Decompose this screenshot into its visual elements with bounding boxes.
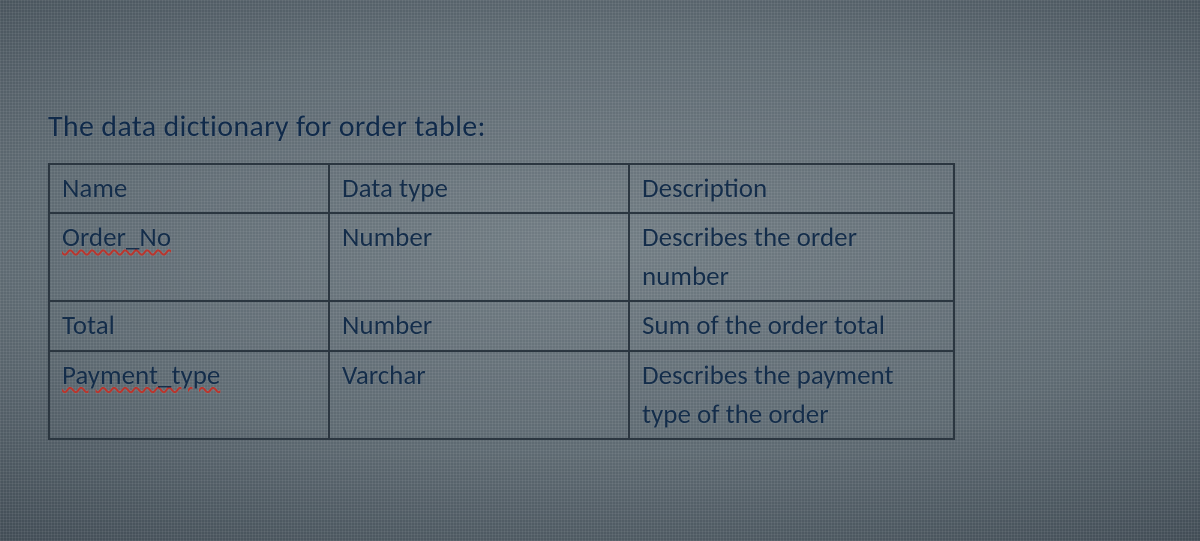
cell-datatype: Number: [329, 301, 629, 350]
header-datatype: Data type: [329, 164, 629, 213]
table-header-row: Name Data type Description: [49, 164, 954, 213]
header-description: Description: [629, 164, 954, 213]
table-row: Order_No Number Describes the order numb…: [49, 213, 954, 301]
cell-description: Sum of the order total: [629, 301, 954, 350]
data-dictionary-table: Name Data type Description Order_No Numb…: [48, 163, 955, 440]
cell-datatype: Varchar: [329, 351, 629, 439]
cell-name: Total: [49, 301, 329, 350]
cell-name: Payment_type: [49, 351, 329, 439]
document-page: The data dictionary for order table: Nam…: [48, 108, 1128, 440]
cell-name: Order_No: [49, 213, 329, 301]
page-title: The data dictionary for order table:: [48, 108, 1128, 145]
field-name-text: Order_No: [62, 221, 171, 254]
table-row: Total Number Sum of the order total: [49, 301, 954, 350]
cell-datatype: Number: [329, 213, 629, 301]
table-row: Payment_type Varchar Describes the payme…: [49, 351, 954, 439]
cell-description: Describes the order number: [629, 213, 954, 301]
field-name-text: Payment_type: [62, 359, 220, 392]
cell-description: Describes the payment type of the order: [629, 351, 954, 439]
header-name: Name: [49, 164, 329, 213]
